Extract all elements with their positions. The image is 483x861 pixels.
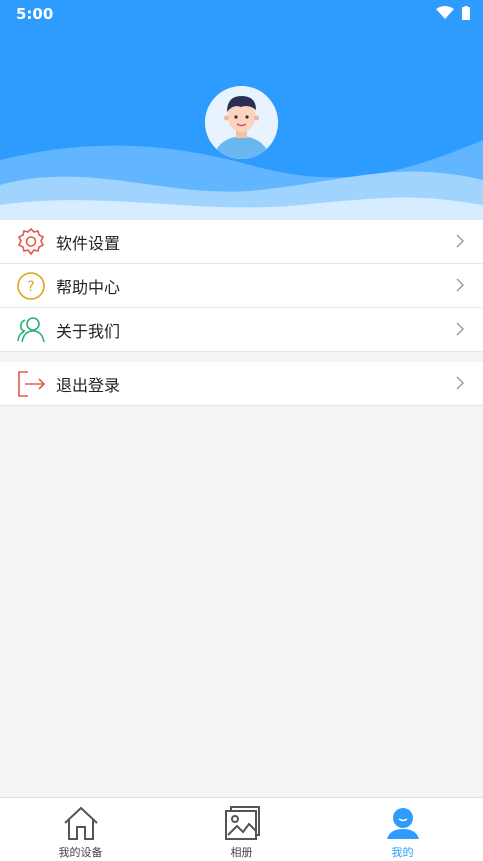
chevron-right-icon: [456, 376, 464, 390]
tab-label: 相册: [230, 846, 253, 859]
battery-icon: [462, 6, 470, 20]
chevron-right-icon: [456, 278, 464, 292]
profile-icon: [383, 804, 423, 842]
help-icon: ?: [16, 271, 46, 301]
tab-label: 我的设备: [58, 846, 103, 859]
menu-group-logout: 退出登录: [0, 362, 483, 406]
tab-my-devices[interactable]: 我的设备: [0, 798, 161, 861]
users-icon: [16, 315, 46, 345]
tab-label: 我的: [391, 846, 414, 859]
menu-label: 软件设置: [56, 233, 121, 253]
avatar-illustration: [205, 86, 278, 159]
tab-mine[interactable]: 我的: [322, 798, 483, 861]
status-bar: 5:00: [0, 0, 483, 28]
avatar[interactable]: [205, 86, 278, 159]
chevron-right-icon: [456, 322, 464, 336]
menu-label: 关于我们: [56, 321, 121, 341]
gear-icon: [16, 227, 46, 257]
menu-item-help[interactable]: ? 帮助中心: [0, 264, 483, 308]
bottom-tab-bar: 我的设备 相册 我的: [0, 797, 483, 861]
menu-item-about[interactable]: 关于我们: [0, 308, 483, 352]
wifi-icon: [436, 6, 454, 19]
menu-item-settings[interactable]: 软件设置: [0, 220, 483, 264]
menu-label: 帮助中心: [56, 277, 121, 297]
chevron-right-icon: [456, 234, 464, 248]
album-icon: [222, 804, 262, 842]
svg-text:?: ?: [27, 279, 34, 295]
logout-icon: [16, 369, 46, 399]
menu-label: 退出登录: [56, 375, 121, 395]
menu-item-logout[interactable]: 退出登录: [0, 362, 483, 406]
tab-album[interactable]: 相册: [161, 798, 322, 861]
status-time: 5:00: [16, 5, 54, 23]
home-icon: [61, 804, 101, 842]
menu-group-main: 软件设置 ? 帮助中心 关于我们: [0, 220, 483, 352]
